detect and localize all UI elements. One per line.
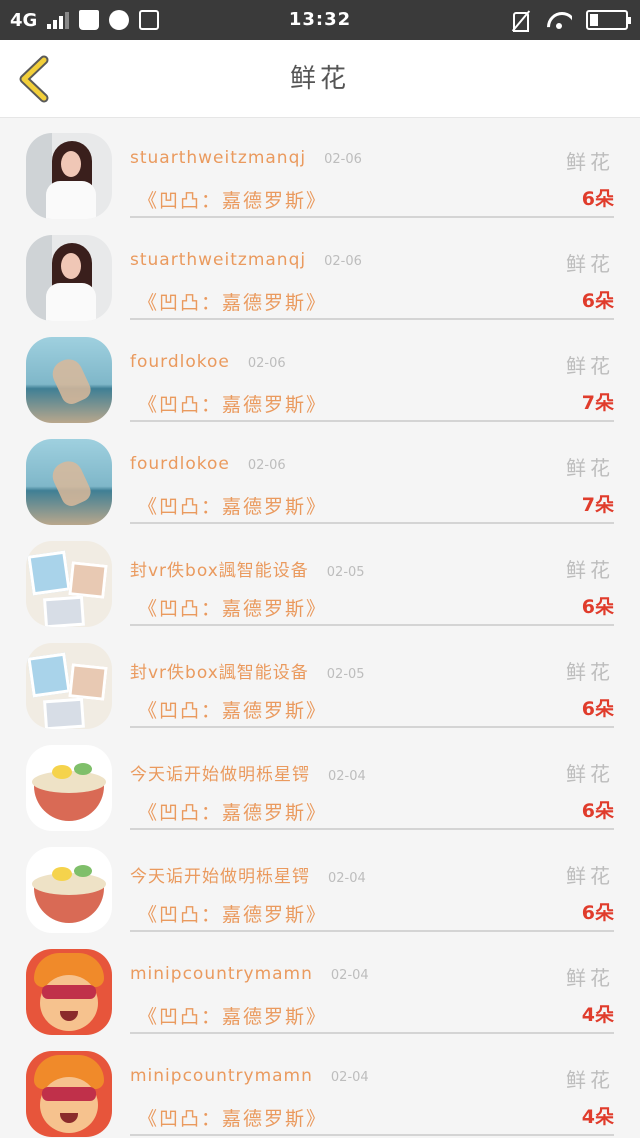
- user-name[interactable]: 封vr佚box諷智能设备 02-05: [130, 658, 365, 683]
- user-name-text[interactable]: 封vr佚box諷智能设备: [130, 663, 309, 683]
- list-item-2[interactable]: fourdlokoe 02-06 鲜花 《凹凸：嘉德罗斯》 7朵: [0, 322, 640, 424]
- gift-type-label: 鲜花: [566, 252, 614, 276]
- noodle-bowl-avatar[interactable]: [26, 745, 112, 831]
- gift-type-label: 鲜花: [566, 150, 614, 174]
- status-bar: 4G 13:32: [0, 0, 640, 40]
- user-name-text[interactable]: fourdlokoe: [130, 454, 230, 474]
- gift-type-label: 鲜花: [566, 558, 614, 582]
- work-title[interactable]: 《凹凸：嘉德罗斯》: [138, 186, 327, 213]
- user-name[interactable]: 今天诟开始做明栎星锷 02-04: [130, 760, 366, 785]
- list-item-body: stuarthweitzmanqj 02-06 鲜花 《凹凸：嘉德罗斯》 6朵: [130, 118, 614, 218]
- user-name-text[interactable]: stuarthweitzmanqj: [130, 250, 306, 270]
- gift-date: 02-06: [324, 254, 362, 269]
- battery-icon: [586, 10, 631, 30]
- status-bar-right: [510, 0, 631, 40]
- list-item-body: 封vr佚box諷智能设备 02-05 鲜花 《凹凸：嘉德罗斯》 6朵: [130, 526, 614, 626]
- flower-count: 4朵: [581, 1004, 614, 1026]
- mute-icon: [510, 10, 532, 32]
- user-name-text[interactable]: fourdlokoe: [130, 352, 230, 372]
- gift-date: 02-04: [330, 1070, 369, 1085]
- list-item-8[interactable]: minipcountrymamn 02-04 鲜花 《凹凸：嘉德罗斯》 4朵: [0, 934, 640, 1036]
- list-item-0[interactable]: stuarthweitzmanqj 02-06 鲜花 《凹凸：嘉德罗斯》 6朵: [0, 118, 640, 220]
- gift-date: 02-05: [326, 565, 365, 580]
- wifi-icon: [546, 10, 572, 30]
- flower-count: 6朵: [581, 902, 614, 924]
- flower-count: 7朵: [581, 494, 614, 516]
- work-title[interactable]: 《凹凸：嘉德罗斯》: [138, 288, 327, 315]
- gift-type-label: 鲜花: [566, 864, 614, 888]
- user-name[interactable]: minipcountrymamn 02-04: [130, 964, 369, 984]
- list-item-body: 封vr佚box諷智能设备 02-05 鲜花 《凹凸：嘉德罗斯》 6朵: [130, 628, 614, 728]
- gift-type-label: 鲜花: [566, 1068, 614, 1092]
- sea-hand-photo-avatar[interactable]: [26, 439, 112, 525]
- flower-count: 6朵: [581, 188, 614, 210]
- work-title[interactable]: 《凹凸：嘉德罗斯》: [138, 390, 327, 417]
- gift-date: 02-06: [324, 152, 362, 167]
- gift-type-label: 鲜花: [566, 456, 614, 480]
- user-name-text[interactable]: stuarthweitzmanqj: [130, 148, 306, 168]
- list-item-1[interactable]: stuarthweitzmanqj 02-06 鲜花 《凹凸：嘉德罗斯》 6朵: [0, 220, 640, 322]
- user-name[interactable]: stuarthweitzmanqj 02-06: [130, 250, 362, 270]
- noodle-bowl-avatar[interactable]: [26, 847, 112, 933]
- gift-date: 02-04: [330, 968, 369, 983]
- flower-count: 6朵: [581, 698, 614, 720]
- list-item-body: 今天诟开始做明栎星锷 02-04 鲜花 《凹凸：嘉德罗斯》 6朵: [130, 832, 614, 932]
- list-item-7[interactable]: 今天诟开始做明栎星锷 02-04 鲜花 《凹凸：嘉德罗斯》 6朵: [0, 832, 640, 934]
- list-item-body: fourdlokoe 02-06 鲜花 《凹凸：嘉德罗斯》 7朵: [130, 322, 614, 422]
- flower-count: 6朵: [581, 290, 614, 312]
- user-name[interactable]: fourdlokoe 02-06: [130, 454, 286, 474]
- work-title[interactable]: 《凹凸：嘉德罗斯》: [138, 594, 327, 621]
- page-title: 鲜花: [289, 64, 350, 94]
- gift-date: 02-05: [326, 667, 365, 682]
- flower-count: 6朵: [581, 596, 614, 618]
- sea-hand-photo-avatar[interactable]: [26, 337, 112, 423]
- gift-date: 02-06: [247, 458, 286, 473]
- list-item-body: stuarthweitzmanqj 02-06 鲜花 《凹凸：嘉德罗斯》 6朵: [130, 220, 614, 320]
- user-name[interactable]: 封vr佚box諷智能设备 02-05: [130, 556, 365, 581]
- list-item-body: minipcountrymamn 02-04 鲜花 《凹凸：嘉德罗斯》 4朵: [130, 934, 614, 1034]
- user-name-text[interactable]: 今天诟开始做明栎星锷: [130, 867, 310, 887]
- photo-collage-avatar[interactable]: [26, 541, 112, 627]
- list-item-body: fourdlokoe 02-06 鲜花 《凹凸：嘉德罗斯》 7朵: [130, 424, 614, 524]
- work-title[interactable]: 《凹凸：嘉德罗斯》: [138, 900, 327, 927]
- user-name[interactable]: fourdlokoe 02-06: [130, 352, 286, 372]
- header: 鲜花: [0, 40, 640, 118]
- work-title[interactable]: 《凹凸：嘉德罗斯》: [138, 798, 327, 825]
- cartoon-face-avatar[interactable]: [26, 1051, 112, 1137]
- list-item-3[interactable]: fourdlokoe 02-06 鲜花 《凹凸：嘉德罗斯》 7朵: [0, 424, 640, 526]
- flower-count: 4朵: [581, 1106, 614, 1128]
- user-name-text[interactable]: minipcountrymamn: [130, 964, 313, 984]
- gift-type-label: 鲜花: [566, 966, 614, 990]
- list-item-9[interactable]: minipcountrymamn 02-04 鲜花 《凹凸：嘉德罗斯》 4朵: [0, 1036, 640, 1138]
- flower-record-list: stuarthweitzmanqj 02-06 鲜花 《凹凸：嘉德罗斯》 6朵 s…: [0, 118, 640, 1138]
- work-title[interactable]: 《凹凸：嘉德罗斯》: [138, 492, 327, 519]
- user-name-text[interactable]: 今天诟开始做明栎星锷: [130, 765, 310, 785]
- list-item-body: minipcountrymamn 02-04 鲜花 《凹凸：嘉德罗斯》 4朵: [130, 1036, 614, 1136]
- gift-date: 02-06: [247, 356, 286, 371]
- girl-photo-avatar[interactable]: [26, 133, 112, 219]
- user-name-text[interactable]: 封vr佚box諷智能设备: [130, 561, 309, 581]
- flower-count: 6朵: [581, 800, 614, 822]
- gift-type-label: 鲜花: [566, 762, 614, 786]
- list-item-body: 今天诟开始做明栎星锷 02-04 鲜花 《凹凸：嘉德罗斯》 6朵: [130, 730, 614, 830]
- flower-count: 7朵: [581, 392, 614, 414]
- work-title[interactable]: 《凹凸：嘉德罗斯》: [138, 696, 327, 723]
- gift-date: 02-04: [328, 769, 366, 784]
- gift-type-label: 鲜花: [566, 660, 614, 684]
- list-item-6[interactable]: 今天诟开始做明栎星锷 02-04 鲜花 《凹凸：嘉德罗斯》 6朵: [0, 730, 640, 832]
- photo-collage-avatar[interactable]: [26, 643, 112, 729]
- girl-photo-avatar[interactable]: [26, 235, 112, 321]
- user-name[interactable]: minipcountrymamn 02-04: [130, 1066, 369, 1086]
- gift-date: 02-04: [328, 871, 366, 886]
- gift-type-label: 鲜花: [566, 354, 614, 378]
- user-name[interactable]: stuarthweitzmanqj 02-06: [130, 148, 362, 168]
- list-item-4[interactable]: 封vr佚box諷智能设备 02-05 鲜花 《凹凸：嘉德罗斯》 6朵: [0, 526, 640, 628]
- cartoon-face-avatar[interactable]: [26, 949, 112, 1035]
- list-item-5[interactable]: 封vr佚box諷智能设备 02-05 鲜花 《凹凸：嘉德罗斯》 6朵: [0, 628, 640, 730]
- user-name[interactable]: 今天诟开始做明栎星锷 02-04: [130, 862, 366, 887]
- work-title[interactable]: 《凹凸：嘉德罗斯》: [138, 1002, 327, 1029]
- work-title[interactable]: 《凹凸：嘉德罗斯》: [138, 1104, 327, 1131]
- user-name-text[interactable]: minipcountrymamn: [130, 1066, 313, 1086]
